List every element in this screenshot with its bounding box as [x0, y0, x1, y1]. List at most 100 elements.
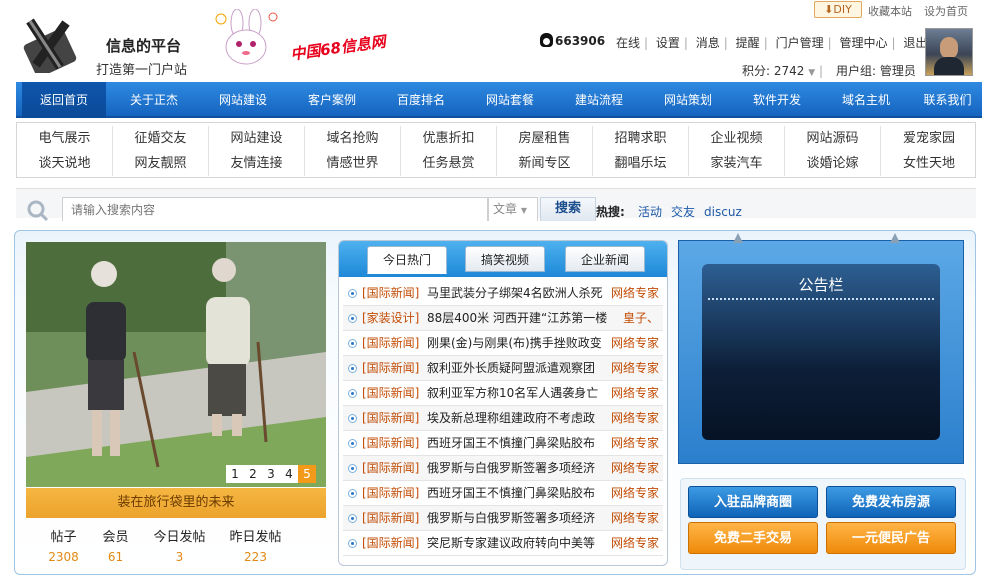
category-link[interactable]: 翻唱乐坛	[593, 151, 688, 176]
user-menu-settings[interactable]: 设置	[656, 36, 680, 50]
tab-today-hot[interactable]: 今日热门	[367, 246, 447, 274]
news-title[interactable]: 刚果(金)与刚果(布)携手挫败政变	[427, 331, 607, 355]
nav-item-planning[interactable]: 网站策划	[646, 82, 730, 118]
news-row[interactable]: [国际新闻] 刚果(金)与刚果(布)携手挫败政变 网络专家	[343, 331, 663, 356]
news-category[interactable]: [国际新闻]	[362, 481, 419, 505]
news-row[interactable]: [国际新闻] 俄罗斯与白俄罗斯签署多项经济 网络专家	[343, 456, 663, 481]
qq-contact[interactable]: 663906	[540, 33, 605, 48]
news-category[interactable]: [家装设计]	[362, 306, 419, 330]
tab-funny-video[interactable]: 搞笑视频	[465, 246, 545, 272]
news-category[interactable]: [国际新闻]	[362, 431, 419, 455]
news-category[interactable]: [国际新闻]	[362, 531, 419, 555]
slideshow-caption[interactable]: 装在旅行袋里的未来	[26, 488, 326, 518]
news-row[interactable]: [国际新闻] 埃及新总理称组建政府不考虑政 网络专家	[343, 406, 663, 431]
news-author[interactable]: 网络专家	[611, 456, 659, 480]
news-author[interactable]: 网络专家	[611, 481, 659, 505]
nav-item-web-build[interactable]: 网站建设	[201, 82, 285, 118]
news-title[interactable]: 88层400米 河西开建“江苏第一楼”	[427, 306, 607, 330]
news-title[interactable]: 叙利亚外长质疑阿盟派遣观察团	[427, 356, 607, 380]
news-row[interactable]: [国际新闻] 突尼斯专家建议政府转向中美等 网络专家	[343, 531, 663, 556]
category-link[interactable]: 征婚交友	[113, 126, 208, 151]
nav-item-home[interactable]: 返回首页	[22, 82, 106, 118]
news-author[interactable]: 皇子、	[623, 306, 659, 330]
hot-search-link[interactable]: 交友	[671, 205, 695, 219]
slideshow-page-4[interactable]: 4	[280, 465, 298, 483]
news-title[interactable]: 西班牙国王不慎撞门鼻梁贴胶布	[427, 481, 607, 505]
news-author[interactable]: 网络专家	[611, 431, 659, 455]
secondhand-button[interactable]: 免费二手交易	[688, 522, 818, 554]
news-row[interactable]: [家装设计] 88层400米 河西开建“江苏第一楼” 皇子、	[343, 306, 663, 331]
news-title[interactable]: 俄罗斯与白俄罗斯签署多项经济	[427, 456, 607, 480]
search-input[interactable]	[62, 197, 488, 221]
category-link[interactable]: 招聘求职	[593, 126, 688, 151]
category-link[interactable]: 友情连接	[209, 151, 304, 176]
news-author[interactable]: 网络专家	[611, 381, 659, 405]
news-row[interactable]: [国际新闻] 西班牙国王不慎撞门鼻梁贴胶布 网络专家	[343, 431, 663, 456]
nav-item-domain-host[interactable]: 域名主机	[824, 82, 908, 118]
news-row[interactable]: [国际新闻] 马里武装分子绑架4名欧洲人杀死 网络专家	[343, 281, 663, 306]
user-menu-portal-admin[interactable]: 门户管理	[776, 36, 824, 50]
news-row[interactable]: [国际新闻] 俄罗斯与白俄罗斯签署多项经济 网络专家	[343, 506, 663, 531]
nav-item-packages[interactable]: 网站套餐	[468, 82, 552, 118]
category-link[interactable]: 房屋租售	[497, 126, 592, 151]
nav-item-baidu-rank[interactable]: 百度排名	[379, 82, 463, 118]
nav-item-process[interactable]: 建站流程	[557, 82, 641, 118]
post-house-button[interactable]: 免费发布房源	[826, 486, 956, 518]
news-row[interactable]: [国际新闻] 西班牙国王不慎撞门鼻梁贴胶布 网络专家	[343, 481, 663, 506]
news-title[interactable]: 俄罗斯与白俄罗斯签署多项经济	[427, 506, 607, 530]
join-brand-button[interactable]: 入驻品牌商圈	[688, 486, 818, 518]
category-link[interactable]: 家装汽车	[689, 151, 784, 176]
slideshow[interactable]: 1 2 3 4 5	[26, 242, 326, 487]
credits-dropdown[interactable]: 积分: 2742 ▼ |	[742, 62, 823, 79]
nav-item-cases[interactable]: 客户案例	[290, 82, 374, 118]
search-type-select[interactable]: 文章 ▼	[488, 197, 538, 221]
category-link[interactable]: 网友靓照	[113, 151, 208, 176]
category-link[interactable]: 女性天地	[881, 151, 977, 176]
set-home-link[interactable]: 设为首页	[924, 3, 968, 19]
user-menu-messages[interactable]: 消息	[696, 36, 720, 50]
slideshow-page-1[interactable]: 1	[226, 465, 244, 483]
favorite-link[interactable]: 收藏本站	[868, 3, 912, 19]
category-link[interactable]: 优惠折扣	[401, 126, 496, 151]
slideshow-page-2[interactable]: 2	[244, 465, 262, 483]
slideshow-page-3[interactable]: 3	[262, 465, 280, 483]
news-category[interactable]: [国际新闻]	[362, 406, 419, 430]
nav-item-about[interactable]: 关于正杰	[112, 82, 196, 118]
category-link[interactable]: 网站建设	[209, 126, 304, 151]
news-row[interactable]: [国际新闻] 叙利亚军方称10名军人遇袭身亡 网络专家	[343, 381, 663, 406]
news-author[interactable]: 网络专家	[611, 531, 659, 555]
category-link[interactable]: 谈天说地	[17, 151, 112, 176]
user-menu-admin-center[interactable]: 管理中心	[839, 36, 887, 50]
news-author[interactable]: 网络专家	[611, 356, 659, 380]
category-link[interactable]: 网站源码	[785, 126, 880, 151]
avatar[interactable]	[925, 28, 973, 76]
news-category[interactable]: [国际新闻]	[362, 381, 419, 405]
category-link[interactable]: 新闻专区	[497, 151, 592, 176]
classified-ad-button[interactable]: 一元便民广告	[826, 522, 956, 554]
nav-item-contact[interactable]: 联系我们	[913, 82, 982, 118]
news-author[interactable]: 网络专家	[611, 506, 659, 530]
nav-item-software[interactable]: 软件开发	[735, 82, 819, 118]
news-category[interactable]: [国际新闻]	[362, 281, 419, 305]
news-row[interactable]: [国际新闻] 叙利亚外长质疑阿盟派遣观察团 网络专家	[343, 356, 663, 381]
news-category[interactable]: [国际新闻]	[362, 356, 419, 380]
user-menu-online[interactable]: 在线	[616, 36, 640, 50]
news-author[interactable]: 网络专家	[611, 281, 659, 305]
news-title[interactable]: 马里武装分子绑架4名欧洲人杀死	[427, 281, 607, 305]
user-menu-reminders[interactable]: 提醒	[736, 36, 760, 50]
news-author[interactable]: 网络专家	[611, 406, 659, 430]
site-logo[interactable]: 信息的平台 打造第一门户站 中国68信息网	[16, 7, 396, 77]
news-title[interactable]: 埃及新总理称组建政府不考虑政	[427, 406, 607, 430]
hot-search-link[interactable]: 活动	[638, 205, 662, 219]
category-link[interactable]: 电气展示	[17, 126, 112, 151]
category-link[interactable]: 爱宠家园	[881, 126, 977, 151]
news-title[interactable]: 叙利亚军方称10名军人遇袭身亡	[427, 381, 607, 405]
news-author[interactable]: 网络专家	[611, 331, 659, 355]
news-category[interactable]: [国际新闻]	[362, 506, 419, 530]
news-category[interactable]: [国际新闻]	[362, 456, 419, 480]
slideshow-page-5[interactable]: 5	[298, 465, 316, 483]
category-link[interactable]: 企业视频	[689, 126, 784, 151]
news-category[interactable]: [国际新闻]	[362, 331, 419, 355]
category-link[interactable]: 谈婚论嫁	[785, 151, 880, 176]
category-link[interactable]: 情感世界	[305, 151, 400, 176]
